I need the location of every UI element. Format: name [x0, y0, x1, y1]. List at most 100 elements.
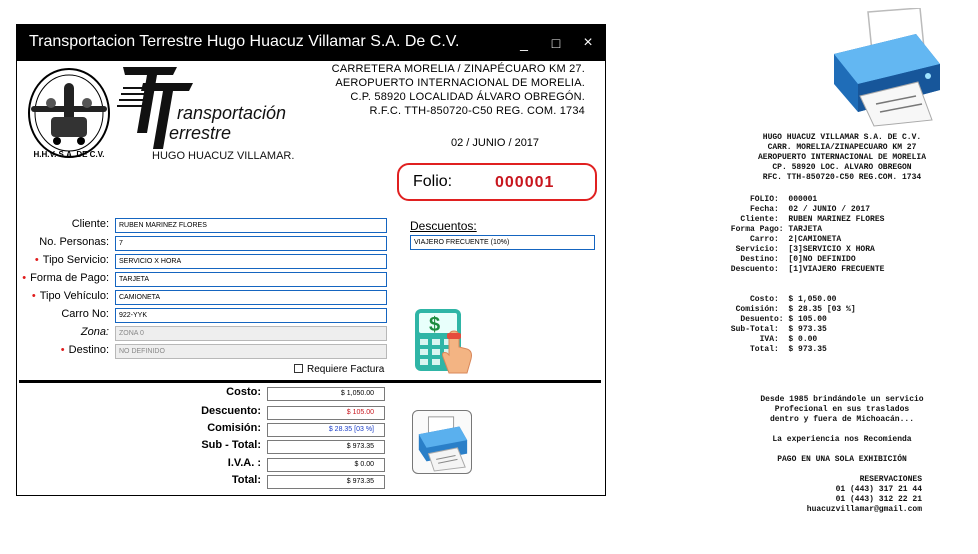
folio-label: Folio:: [413, 173, 453, 190]
receipt-amount: IVA: $ 0.00: [726, 335, 818, 344]
comision-label: Comisión:: [207, 422, 261, 434]
close-button[interactable]: ×: [573, 31, 603, 55]
carro-label: Carro No:: [61, 308, 109, 320]
tipo-vehiculo-text: Tipo Vehículo:: [39, 290, 109, 302]
section-divider: [19, 380, 601, 383]
receipt-amount: Total: $ 973.35: [726, 345, 827, 354]
receipt-amount: Comisión: $ 28.35 [03 %]: [726, 305, 856, 314]
iva-label: I.V.A. :: [227, 457, 261, 469]
airplane-logo-icon: H.H.V. S.A. DE C.V.: [28, 68, 110, 159]
total-value: $ 973.35: [267, 475, 385, 489]
window-title: Transportacion Terrestre Hugo Huacuz Vil…: [29, 33, 460, 50]
cliente-label: Cliente:: [71, 218, 109, 230]
tipo-vehiculo-row: • Tipo Vehículo:: [17, 289, 109, 305]
receipt-footer: Desde 1985 brindándole un servicio: [760, 395, 924, 404]
costo-value: $ 1,050.00: [267, 387, 385, 401]
descuentos-title: Descuentos:: [410, 219, 477, 233]
destino-text: Destino:: [68, 344, 109, 356]
personas-label: No. Personas:: [39, 236, 109, 248]
svg-text:$: $: [429, 314, 440, 336]
zona-label: Zona:: [80, 326, 109, 338]
app-window: Transportacion Terrestre Hugo Huacuz Vil…: [16, 24, 606, 496]
tipo-vehiculo-label: • Tipo Vehículo:: [32, 290, 109, 302]
receipt-footer: Profecional en sus traslados: [774, 405, 910, 414]
receipt-header: CP. 58920 LOC. ALVARO OBREGON: [772, 163, 912, 172]
receipt-detail: Cliente: RUBEN MARINEZ FLORES: [726, 215, 885, 224]
receipt-amount: Desuento: $ 105.00: [726, 315, 827, 324]
receipt-detail: Forma Pago: TARJETA: [726, 225, 823, 234]
forma-pago-text: Forma de Pago:: [30, 272, 109, 284]
receipt-detail: Carro: 2|CAMIONETA: [726, 235, 842, 244]
tipo-servicio-label: • Tipo Servicio:: [35, 254, 109, 266]
receipt-detail: Destino: [0]NO DEFINIDO: [726, 255, 856, 264]
descuentos-list[interactable]: VIAJERO FRECUENTE (10%): [410, 235, 595, 250]
receipt-payment: PAGO EN UNA SOLA EXHIBICIÓN: [777, 455, 907, 464]
required-marker: •: [60, 344, 65, 356]
calculator-money-icon[interactable]: $: [413, 307, 475, 375]
receipt-phone: 01 (443) 317 21 44: [835, 485, 922, 494]
cliente-row: Cliente:: [17, 217, 109, 233]
title-bar: Transportacion Terrestre Hugo Huacuz Vil…: [17, 25, 605, 61]
receipt-reservations: RESERVACIONES: [859, 475, 922, 484]
tipo-servicio-select[interactable]: SERVICIO X HORA: [115, 254, 387, 269]
printer-icon: [834, 8, 940, 127]
requiere-factura-label: Requiere Factura: [307, 364, 385, 375]
receipt-phone: 01 (443) 312 22 21: [835, 495, 922, 504]
destino-field: NO DEFINIDO: [115, 344, 387, 359]
destino-label: • Destino:: [61, 344, 109, 356]
tipo-vehiculo-select[interactable]: CAMIONETA: [115, 290, 387, 305]
checkbox-icon[interactable]: [294, 364, 303, 373]
brand-line-1: ransportación: [177, 103, 286, 123]
iva-value: $ 0.00: [267, 458, 385, 472]
subtotal-value: $ 973.35: [267, 440, 385, 454]
personas-field[interactable]: 7: [115, 236, 387, 251]
required-marker: •: [31, 290, 36, 302]
receipt-header: AEROPUERTO INTERNACIONAL DE MORELIA: [757, 153, 927, 162]
receipt-email: huacuzvillamar@gmail.com: [806, 505, 922, 514]
destino-row: • Destino:: [17, 343, 109, 359]
carro-select[interactable]: 922-YYK: [115, 308, 387, 323]
personas-row: No. Personas:: [17, 235, 109, 251]
address-line: C.P. 58920 LOCALIDAD ÁLVARO OBREGÓN.: [350, 91, 585, 103]
receipt-detail: FOLIO: 000001: [726, 195, 818, 204]
comision-value: $ 28.35 [03 %]: [267, 423, 385, 437]
receipt-detail: Descuento: [1]VIAJERO FRECUENTE: [726, 265, 885, 274]
maximize-button[interactable]: □: [541, 31, 571, 55]
cliente-field[interactable]: RUBEN MARINEZ FLORES: [115, 218, 387, 233]
address-line: R.F.C. TTH-850720-C50 REG. COM. 1734: [369, 105, 585, 117]
print-button[interactable]: [412, 410, 472, 474]
subtotal-label: Sub - Total:: [201, 439, 261, 451]
forma-pago-label: • Forma de Pago:: [22, 272, 109, 284]
carro-row: Carro No:: [17, 307, 109, 323]
tipo-servicio-row: • Tipo Servicio:: [17, 253, 109, 269]
required-marker: •: [22, 272, 27, 284]
minimize-button[interactable]: _: [509, 31, 539, 55]
brand-line-2: errestre: [169, 123, 231, 143]
receipt-amount: Sub-Total: $ 973.35: [726, 325, 827, 334]
address-line: AEROPUERTO INTERNACIONAL DE MORELIA.: [335, 77, 585, 89]
tipo-servicio-text: Tipo Servicio:: [42, 254, 109, 266]
date-label: 02 / JUNIO / 2017: [451, 137, 540, 149]
zona-field: ZONA 0: [115, 326, 387, 341]
forma-pago-select[interactable]: TARJETA: [115, 272, 387, 287]
receipt-detail: Servicio: [3]SERVICIO X HORA: [726, 245, 875, 254]
company-address: CARRETERA MORELIA / ZINAPÉCUARO KM 27. A…: [305, 62, 585, 118]
requiere-factura-checkbox[interactable]: Requiere Factura: [294, 364, 384, 375]
forma-pago-row: • Forma de Pago:: [17, 271, 109, 287]
total-label: Total:: [231, 474, 261, 486]
address-line: CARRETERA MORELIA / ZINAPÉCUARO KM 27.: [331, 63, 585, 75]
receipt-preview: HUGO HUACUZ VILLAMAR S.A. DE C.V. CARR. …: [712, 131, 972, 515]
logo-text: H.H.V. S.A. DE C.V.: [34, 150, 105, 159]
printer-icon: [418, 416, 468, 472]
receipt-footer: dentro y fuera de Michoacán...: [769, 415, 915, 424]
required-marker: •: [34, 254, 39, 266]
costo-label: Costo:: [226, 386, 261, 398]
company-owner: HUGO HUACUZ VILLAMAR.: [152, 150, 295, 162]
descuento-label: Descuento:: [201, 405, 261, 417]
receipt-slogan: La experiencia nos Recomienda: [772, 435, 912, 444]
receipt-header: HUGO HUACUZ VILLAMAR S.A. DE C.V.: [762, 133, 922, 142]
receipt-header: CARR. MORELIA/ZINAPECUARO KM 27: [767, 143, 917, 152]
zona-row: Zona:: [17, 325, 109, 341]
descuento-value: $ 105.00: [267, 406, 385, 420]
folio-value: 000001: [495, 174, 555, 191]
